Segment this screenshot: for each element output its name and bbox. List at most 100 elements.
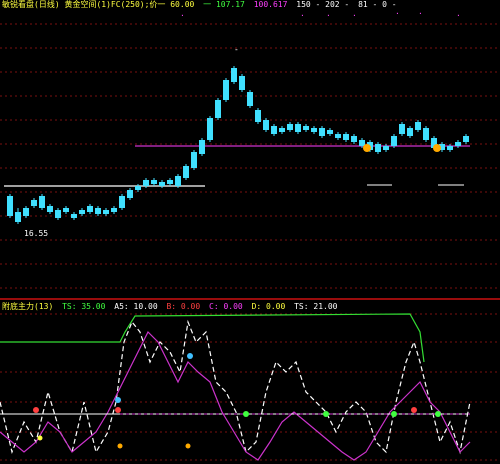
indicator-value-d: D: 0.00 — [251, 302, 286, 311]
header-value-3: 150 - 202 - — [296, 0, 350, 9]
candle-body — [175, 176, 181, 186]
candle-body — [295, 124, 301, 132]
indicator-value-c: C: 0.00 — [209, 302, 243, 311]
candle-body — [71, 214, 77, 218]
indicator-value-ts2: TS: 21.00 — [294, 302, 338, 311]
candle-body — [463, 136, 469, 142]
signal-dot — [363, 144, 371, 152]
candle-body — [47, 206, 53, 212]
indicator-value-a5: A5: 10.00 — [114, 302, 158, 311]
candle-body — [7, 196, 13, 216]
header-value-1: 一 107.17 — [203, 0, 245, 9]
indicator-value-ts: TS: 35.00 — [62, 302, 106, 311]
candle-body — [311, 128, 317, 132]
price-chart-header: 敏锐看盘(日线) 黄金空间(1)FC(250);价一 60.00 一 107.1… — [2, 0, 397, 10]
candle-body — [239, 76, 245, 90]
candle-body — [327, 130, 333, 134]
peak-marker: · — [300, 11, 305, 20]
signal-marker — [391, 411, 397, 417]
candle-body — [447, 146, 453, 150]
candles[interactable] — [7, 66, 469, 224]
header-value-2: 100.617 — [253, 0, 288, 9]
price-chart-title: 敏锐看盘(日线) 黄金空间(1)FC(250);价一 60.00 — [2, 0, 195, 9]
candle-body — [407, 128, 413, 136]
signal-marker — [243, 411, 249, 417]
price-grid — [0, 23, 500, 300]
candle-body — [55, 210, 61, 218]
candle-body — [39, 196, 45, 208]
candle-body — [415, 122, 421, 130]
peak-marker: · — [352, 11, 357, 20]
peak-marker: · — [395, 9, 400, 18]
candle-body — [15, 212, 21, 222]
signal-marker — [435, 411, 441, 417]
candle-body — [95, 208, 101, 214]
candle-body — [31, 200, 37, 206]
candle-body — [199, 140, 205, 154]
green-envelope-line — [0, 313, 425, 363]
candle-body — [399, 124, 405, 134]
candle-body — [271, 126, 277, 134]
candle-body — [247, 92, 253, 106]
buy-marker — [185, 443, 191, 449]
candle-body — [255, 110, 261, 122]
candle-body — [335, 134, 341, 138]
candle-body — [215, 100, 221, 118]
candle-body — [391, 136, 397, 146]
candle-body — [183, 166, 189, 178]
indicator-header: 附底主力(13) TS: 35.00 A5: 10.00 B: 0.00 C: … — [2, 302, 337, 312]
candle-body — [303, 126, 309, 130]
candle-body — [143, 180, 149, 186]
indicator-value-b: B: 0.00 — [166, 302, 201, 311]
candle-body — [103, 210, 109, 214]
indicator-chart[interactable] — [0, 302, 500, 464]
candle-body — [319, 128, 325, 136]
low-price-label: 16.55 — [24, 229, 48, 238]
buy-marker — [117, 443, 123, 449]
high-price-label: - — [234, 45, 239, 54]
candle-body — [231, 68, 237, 82]
candle-body — [223, 80, 229, 100]
signal-marker — [323, 411, 329, 417]
candle-body — [383, 146, 389, 150]
candle-body — [135, 186, 141, 190]
buy-marker — [37, 435, 43, 441]
candle-body — [63, 208, 69, 212]
indicator-lines — [0, 313, 471, 461]
peak-marker: · — [418, 9, 423, 18]
peak-marker: · — [456, 11, 461, 20]
candle-body — [127, 190, 133, 198]
magenta-oscillator-line — [0, 330, 471, 461]
peak-marker: · — [326, 11, 331, 20]
indicator-title: 附底主力(13) — [2, 302, 54, 311]
header-value-4: 81 - 0 - — [358, 0, 397, 9]
candle-body — [87, 206, 93, 212]
candle-body — [263, 120, 269, 130]
signal-dot — [433, 144, 441, 152]
candle-body — [111, 208, 117, 212]
peak-marker: · — [180, 11, 185, 20]
candle-body — [119, 196, 125, 208]
candle-body — [79, 210, 85, 214]
candle-body — [351, 136, 357, 142]
candle-body — [359, 140, 365, 146]
price-reference-lines — [4, 145, 470, 187]
candle-body — [159, 182, 165, 186]
candle-body — [287, 124, 293, 130]
signal-marker — [411, 407, 417, 413]
price-chart-panel[interactable]: 敏锐看盘(日线) 黄金空间(1)FC(250);价一 60.00 一 107.1… — [0, 0, 500, 300]
candle-body — [279, 128, 285, 132]
cloud-marker — [187, 353, 193, 359]
candle-body — [151, 180, 157, 184]
indicator-grid — [0, 313, 500, 461]
candle-body — [207, 118, 213, 140]
candle-body — [423, 128, 429, 140]
candle-body — [23, 208, 29, 216]
candle-body — [343, 134, 349, 140]
signal-marker — [33, 407, 39, 413]
indicator-panel[interactable]: 附底主力(13) TS: 35.00 A5: 10.00 B: 0.00 C: … — [0, 302, 500, 464]
candle-body — [375, 144, 381, 152]
candle-body — [455, 142, 461, 146]
candlestick-chart[interactable]: · · · · · · · 16.55 - — [0, 0, 500, 300]
cloud-marker — [115, 397, 121, 403]
